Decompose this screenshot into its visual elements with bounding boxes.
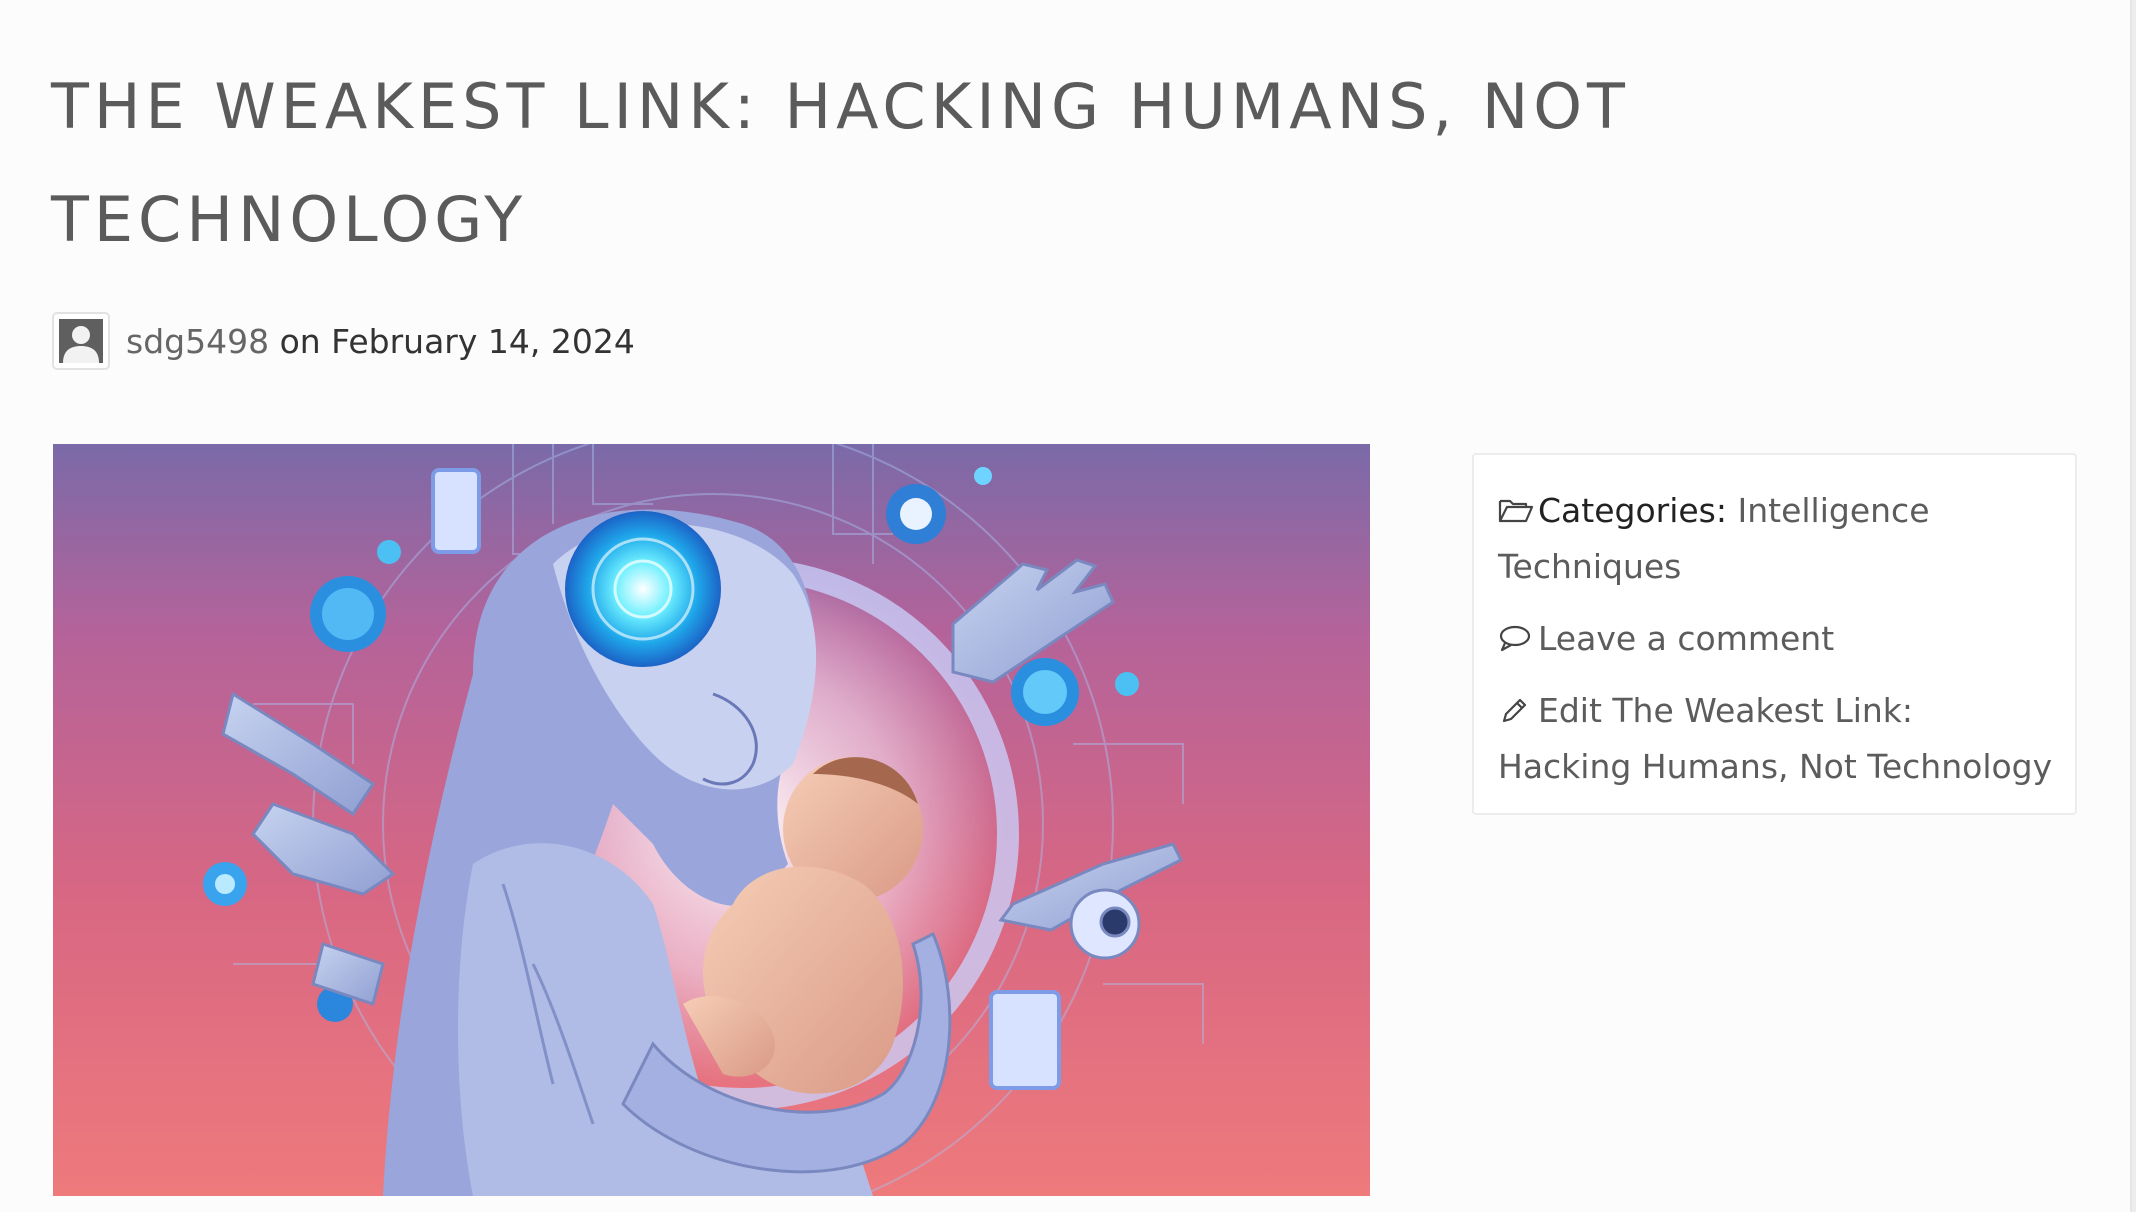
post-page: The Weakest Link: Hacking Humans, Not Te… bbox=[0, 0, 2132, 1212]
categories-row: Categories: Intelligence Techniques bbox=[1498, 483, 2053, 595]
categories-label: Categories: bbox=[1538, 491, 1727, 530]
pencil-icon bbox=[1498, 686, 1534, 723]
post-title: The Weakest Link: Hacking Humans, Not Te… bbox=[51, 70, 1630, 256]
edit-row: Edit The Weakest Link: Hacking Humans, N… bbox=[1498, 683, 2053, 795]
speech-bubble-icon bbox=[1498, 614, 1534, 652]
post-meta-box: Categories: Intelligence Techniques Leav… bbox=[1472, 453, 2077, 815]
post-date: February 14, 2024 bbox=[331, 321, 635, 361]
post-excerpt-edge bbox=[53, 1196, 1370, 1212]
comment-row: Leave a comment bbox=[1498, 611, 2053, 667]
user-silhouette-icon bbox=[59, 319, 103, 363]
author-link[interactable]: sdg5498 bbox=[126, 322, 269, 361]
author-avatar[interactable] bbox=[52, 312, 110, 370]
edit-post-link[interactable]: Edit The Weakest Link: Hacking Humans, N… bbox=[1498, 691, 2052, 786]
date-prefix: on bbox=[269, 321, 332, 361]
post-byline: sdg5498 on February 14, 2024 bbox=[52, 310, 635, 372]
featured-image bbox=[53, 444, 1370, 1196]
leave-comment-link[interactable]: Leave a comment bbox=[1538, 619, 1834, 658]
folder-open-icon bbox=[1498, 486, 1534, 523]
